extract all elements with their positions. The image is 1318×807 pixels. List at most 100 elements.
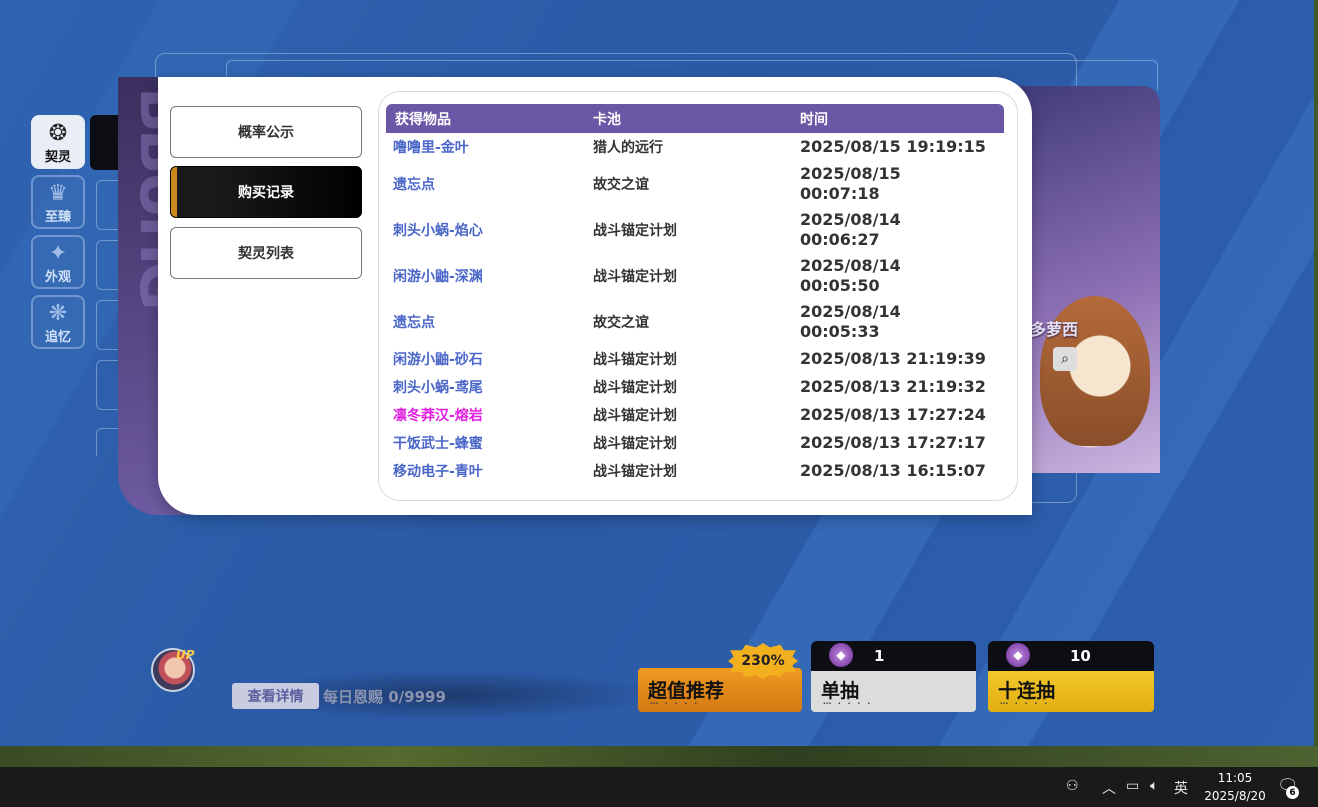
side-tab-memory[interactable]: ❋ 追忆 <box>31 295 85 349</box>
clock-time: 11:05 <box>1217 771 1253 785</box>
row-item: 闲游小鼬-深渊 <box>393 269 483 285</box>
table-row: 噜噜里-金叶 猎人的远行 2025/08/15 19:19:15 <box>386 133 1004 161</box>
side-tab-appearance[interactable]: ✦ 外观 <box>31 235 85 289</box>
side-tab-contract[interactable]: ❂ 契灵 <box>31 115 85 169</box>
row-time: 2025/08/13 17:27:24 <box>800 405 1004 425</box>
tab-spirit-list[interactable]: 契灵列表 <box>170 227 362 279</box>
memory-wave-icon: ❋ <box>48 301 68 326</box>
row-pool: 猎人的远行 <box>593 140 663 156</box>
row-time: 2025/08/14 00:05:33 <box>800 302 1004 342</box>
ten-dots: ⋯ · · · · <box>1000 699 1050 708</box>
table-row: 闲游小鼬-砂石 战斗锚定计划 2025/08/13 21:19:39 <box>386 345 1004 373</box>
promo-dots: ⋯ · · · · <box>650 699 700 708</box>
side-tab-label: 至臻 <box>44 210 71 225</box>
single-dots: ⋯ · · · · <box>823 699 873 708</box>
ten-cost-bar: ◆ 10 <box>988 641 1154 671</box>
single-cost-bar: ◆ 1 <box>811 641 976 671</box>
table-row: 闲游小鼬-深渊 战斗锚定计划 2025/08/14 00:05:50 <box>386 253 1004 299</box>
row-time: 2025/08/13 21:19:39 <box>800 349 1004 369</box>
view-details-button[interactable]: 查看详情 <box>232 683 319 709</box>
search-icon[interactable]: ⌕ <box>1053 347 1077 371</box>
side-tab-label: 外观 <box>44 270 71 285</box>
notification-count: 6 <box>1286 786 1299 799</box>
table-header: 获得物品 卡池 时间 <box>386 104 1004 133</box>
decorative-frame <box>96 300 118 350</box>
row-item: 遗忘点 <box>393 177 435 193</box>
row-time: 2025/08/15 00:07:18 <box>800 164 1004 204</box>
window-edge <box>1314 0 1318 746</box>
row-pool: 战斗锚定计划 <box>593 352 677 368</box>
system-clock[interactable]: 11:05 2025/8/20 <box>1198 769 1272 805</box>
decorative-frame <box>96 180 118 230</box>
ten-pull-button[interactable]: 十连抽 ⋯ · · · · <box>988 671 1154 712</box>
row-time-line1: 2025/08/15 <box>800 164 901 183</box>
side-tab-label: 契灵 <box>44 150 71 165</box>
row-pool: 战斗锚定计划 <box>593 223 677 239</box>
row-time-line2: 00:05:33 <box>800 322 880 341</box>
up-badge: UP <box>176 648 195 662</box>
row-time-line2: 00:07:18 <box>800 184 880 203</box>
volume-icon[interactable]: 🔈︎ <box>1150 778 1158 794</box>
row-pool: 战斗锚定计划 <box>593 408 677 424</box>
people-icon[interactable]: ⚇ <box>1066 778 1079 794</box>
clock-date: 2025/8/20 <box>1204 789 1266 803</box>
tab-probability[interactable]: 概率公示 <box>170 106 362 158</box>
table-row: 遗忘点 故交之谊 2025/08/14 00:05:33 <box>386 299 1004 345</box>
row-time-line2: 00:05:50 <box>800 276 880 295</box>
side-tab-label: 追忆 <box>44 330 71 345</box>
row-time-line1: 2025/08/13 21:19:39 <box>800 349 986 368</box>
row-time-line1: 2025/08/13 21:19:32 <box>800 377 986 396</box>
table-row: 遗忘点 故交之谊 2025/08/15 00:07:18 <box>386 161 1004 207</box>
row-time-line1: 2025/08/13 16:15:07 <box>800 461 986 477</box>
row-time: 2025/08/13 21:19:32 <box>800 377 1004 397</box>
row-time-line1: 2025/08/14 <box>800 302 901 321</box>
ten-cost: 10 <box>1070 647 1091 665</box>
row-item: 遗忘点 <box>393 315 435 331</box>
row-pool: 故交之谊 <box>593 177 649 193</box>
row-time: 2025/08/15 19:19:15 <box>800 137 1004 157</box>
row-time-line1: 2025/08/13 17:27:17 <box>800 433 986 452</box>
row-pool: 战斗锚定计划 <box>593 380 677 396</box>
row-pool: 战斗锚定计划 <box>593 464 677 477</box>
row-item: 噜噜里-金叶 <box>393 140 469 156</box>
decorative-frame <box>96 428 118 456</box>
table-row: 凛冬莽汉-熔岩 战斗锚定计划 2025/08/13 17:27:24 <box>386 401 1004 429</box>
row-item: 移动电子-青叶 <box>393 464 483 477</box>
row-time-line1: 2025/08/13 17:27:24 <box>800 405 986 424</box>
row-item: 刺头小蜗-焰心 <box>393 223 483 239</box>
row-item: 闲游小鼬-砂石 <box>393 352 483 368</box>
row-time: 2025/08/14 00:06:27 <box>800 210 1004 250</box>
single-cost: 1 <box>874 647 885 665</box>
row-time-line1: 2025/08/14 <box>800 210 901 229</box>
records-panel: 获得物品 卡池 时间 噜噜里-金叶 猎人的远行 2025/08/15 19:19:1… <box>378 91 1018 501</box>
row-pool: 战斗锚定计划 <box>593 436 677 452</box>
chevron-up-icon[interactable]: ︿ <box>1102 778 1116 798</box>
crystal-icon: ◆ <box>1006 643 1030 667</box>
row-pool: 战斗锚定计划 <box>593 269 677 285</box>
decorative-frame <box>96 240 118 290</box>
row-item: 干饭武士-蜂蜜 <box>393 436 483 452</box>
tab-purchase-records[interactable]: 购买记录 <box>170 166 362 218</box>
single-pull-button[interactable]: 单抽 ⋯ · · · · <box>811 671 976 712</box>
table-row: 刺头小蜗-鸢尾 战斗锚定计划 2025/08/13 21:19:32 <box>386 373 1004 401</box>
header-time: 时间 <box>800 111 828 128</box>
side-tab-supreme[interactable]: ♛ 至臻 <box>31 175 85 229</box>
character-name: 多萝西 <box>1030 320 1079 339</box>
crystal-icon: ◆ <box>829 643 853 667</box>
records-list[interactable]: 噜噜里-金叶 猎人的远行 2025/08/15 19:19:15 遗忘点 故交之谊 202… <box>386 133 1004 477</box>
purchase-record-dialog: 概率公示 购买记录 契灵列表 获得物品 卡池 时间 噜噜里-金叶 猎人的远行 202… <box>158 77 1032 515</box>
windows-taskbar: ⚇ ︿ ▭ 🔈︎ 英 11:05 2025/8/20 🗨︎ 6 <box>0 767 1318 807</box>
network-icon[interactable]: ▭ <box>1126 778 1139 794</box>
ime-indicator[interactable]: 英 <box>1174 778 1188 798</box>
daily-gift-counter: 每日恩赐 0/9999 <box>323 688 446 706</box>
table-row: 刺头小蜗-焰心 战斗锚定计划 2025/08/14 00:06:27 <box>386 207 1004 253</box>
header-pool: 卡池 <box>593 111 621 128</box>
row-item: 凛冬莽汉-熔岩 <box>393 408 483 424</box>
row-time: 2025/08/14 00:05:50 <box>800 256 1004 296</box>
contract-spirit-icon: ❂ <box>48 121 68 146</box>
desktop-wallpaper-strip <box>0 746 1318 767</box>
decorative-frame <box>96 360 118 410</box>
row-time: 2025/08/13 16:15:07 <box>800 461 1004 477</box>
row-pool: 故交之谊 <box>593 315 649 331</box>
wings-crest-icon: ♛ <box>48 181 68 206</box>
